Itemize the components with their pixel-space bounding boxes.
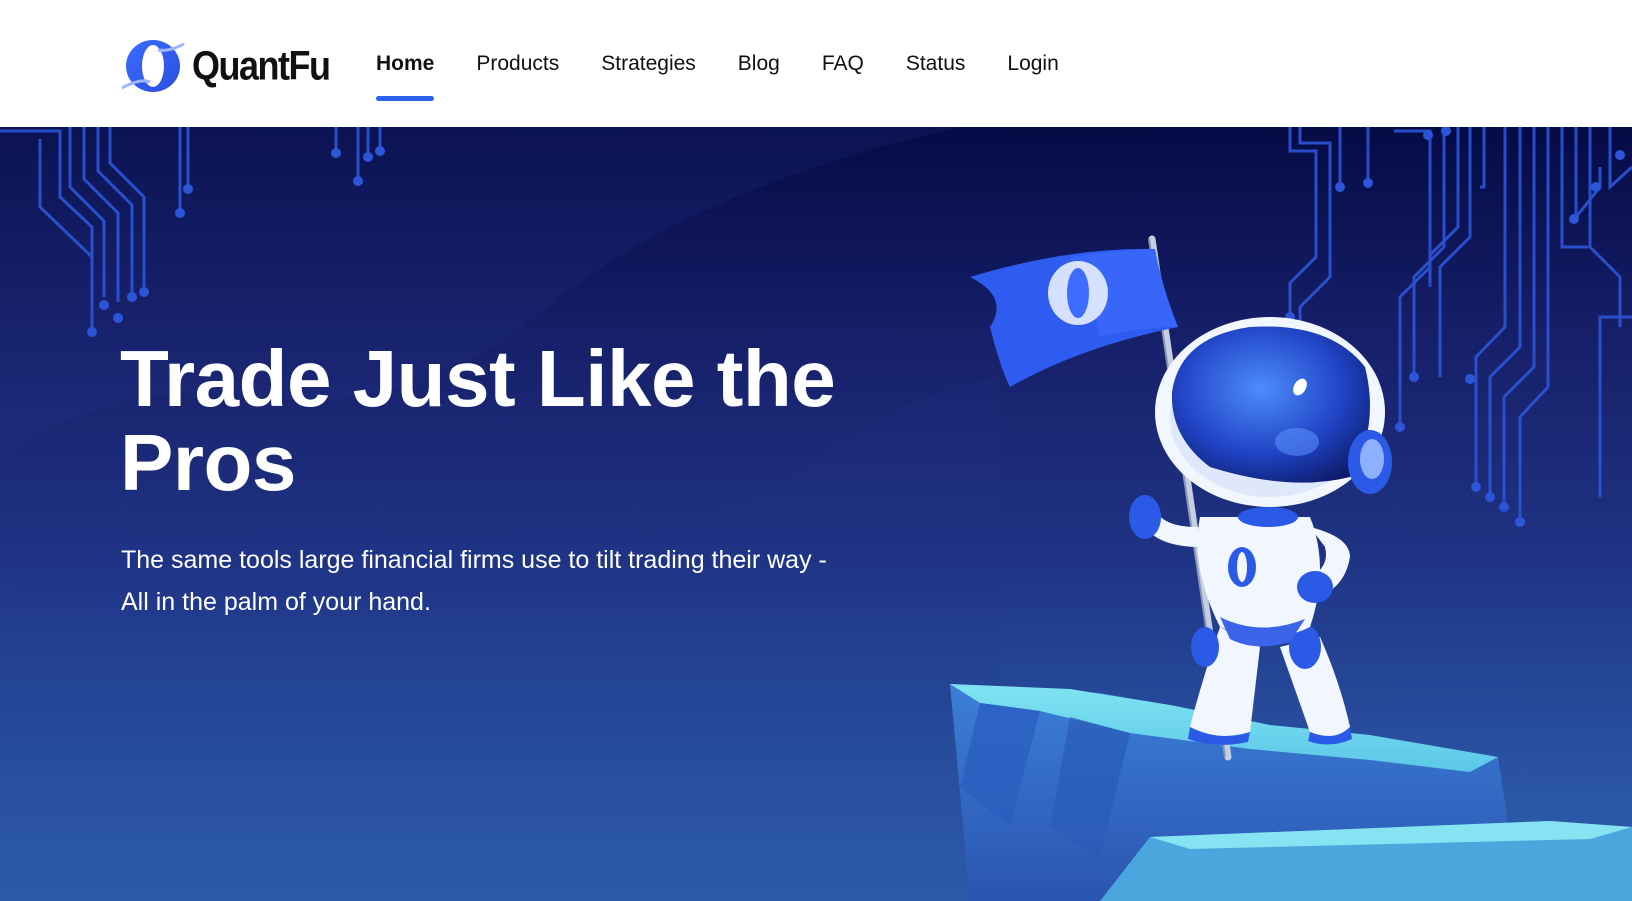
nav-item-home[interactable]: Home <box>376 52 435 101</box>
nav-item-faq[interactable]: FAQ <box>822 52 864 80</box>
hero-subtitle-line-2: All in the palm of your hand. <box>121 588 431 616</box>
nav-item-login[interactable]: Login <box>1007 52 1058 80</box>
astronaut-robot-illustration <box>950 235 1632 901</box>
hero-section: Trade Just Like the Pros The same tools … <box>0 127 1632 901</box>
nav-item-products[interactable]: Products <box>476 52 559 80</box>
site-header: QuantFu Home Products Strategies Blog FA… <box>0 0 1632 127</box>
hero-subtitle-line-1: The same tools large financial firms use… <box>121 546 827 574</box>
brand-name: QuantFu <box>192 42 331 89</box>
hero-subtitle: The same tools large financial firms use… <box>121 539 881 623</box>
robot <box>1129 317 1392 745</box>
flag <box>970 248 1178 387</box>
cliff-rock <box>950 684 1632 901</box>
quantfu-logo-icon <box>121 40 185 92</box>
nav-item-status[interactable]: Status <box>906 52 966 80</box>
hero-title: Trade Just Like the Pros <box>120 334 836 507</box>
nav-item-blog[interactable]: Blog <box>738 52 780 80</box>
main-nav: Home Products Strategies Blog FAQ Status… <box>376 52 1101 101</box>
nav-item-strategies[interactable]: Strategies <box>601 52 696 80</box>
brand-logo[interactable]: QuantFu <box>120 38 331 94</box>
